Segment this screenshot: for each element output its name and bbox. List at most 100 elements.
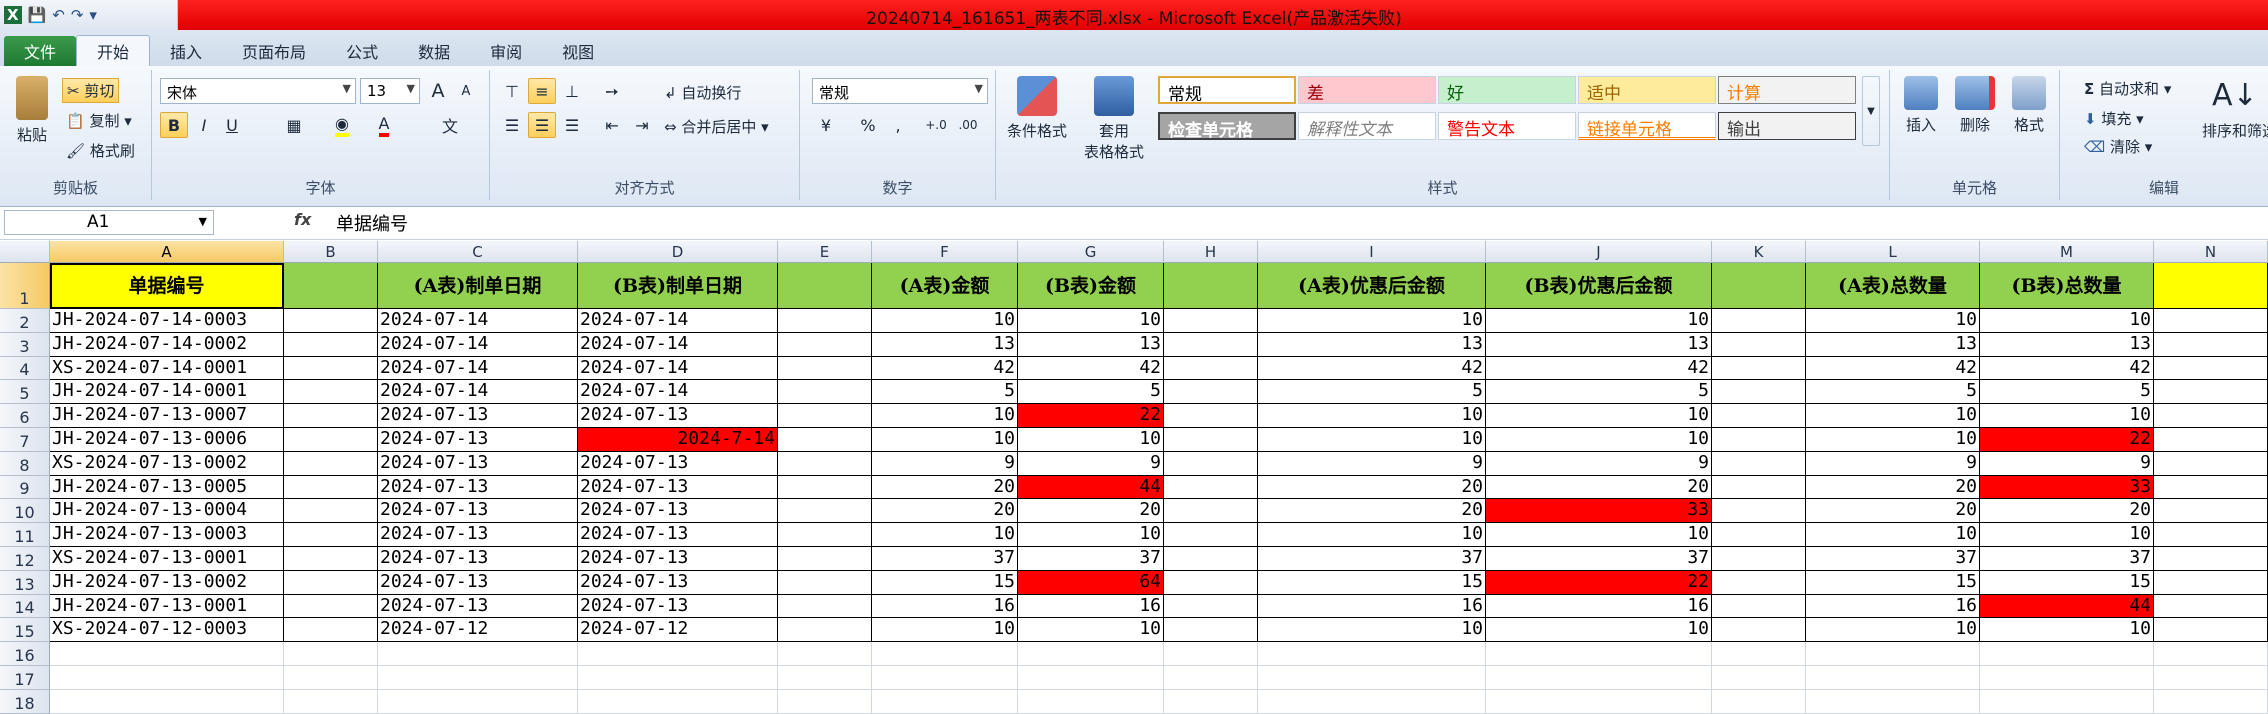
cell-A10[interactable]: JH-2024-07-13-0004	[50, 499, 284, 524]
cell-J10[interactable]: 33	[1486, 499, 1712, 524]
cell-B11[interactable]	[284, 523, 378, 547]
column-header-F[interactable]: F	[872, 241, 1018, 263]
column-header-D[interactable]: D	[578, 241, 778, 263]
cell-A18[interactable]	[50, 689, 284, 714]
cell-A14[interactable]: JH-2024-07-13-0001	[50, 594, 284, 619]
insert-cells-button[interactable]: 插入	[1896, 76, 1946, 135]
cell-C2[interactable]: 2024-07-14	[378, 309, 578, 333]
row-header-14[interactable]: 14	[0, 594, 50, 619]
cell-K14[interactable]	[1712, 594, 1806, 619]
cell-I9[interactable]: 20	[1258, 475, 1486, 500]
cell-I17[interactable]	[1258, 666, 1486, 690]
cell-H18[interactable]	[1164, 689, 1258, 714]
cell-N13[interactable]	[2154, 570, 2268, 595]
cell-M2[interactable]: 10	[1980, 309, 2154, 333]
cell-D17[interactable]	[578, 666, 778, 690]
cell-I11[interactable]: 10	[1258, 523, 1486, 547]
cell-style-3[interactable]: 适中	[1578, 76, 1716, 104]
cell-H1[interactable]	[1164, 263, 1258, 309]
fill-button[interactable]: ⬇ 填充 ▾	[2084, 108, 2144, 129]
column-header-A[interactable]: A	[50, 241, 284, 263]
cell-F1[interactable]: (A表)金额	[872, 263, 1018, 309]
tab-data[interactable]: 数据	[398, 36, 470, 66]
cell-F17[interactable]	[872, 666, 1018, 690]
cell-J7[interactable]: 10	[1486, 428, 1712, 452]
cell-J5[interactable]: 5	[1486, 380, 1712, 405]
cell-E14[interactable]	[778, 594, 872, 619]
cell-M17[interactable]	[1980, 666, 2154, 690]
cell-I8[interactable]: 9	[1258, 451, 1486, 476]
cell-D18[interactable]	[578, 689, 778, 714]
cell-F16[interactable]	[872, 642, 1018, 666]
cell-K4[interactable]	[1712, 356, 1806, 381]
cell-E7[interactable]	[778, 428, 872, 452]
cell-A17[interactable]	[50, 666, 284, 690]
cell-K10[interactable]	[1712, 499, 1806, 524]
column-header-N[interactable]: N	[2154, 241, 2268, 263]
cell-A8[interactable]: XS-2024-07-13-0002	[50, 451, 284, 476]
cell-M7[interactable]: 22	[1980, 428, 2154, 452]
cell-D11[interactable]: 2024-07-13	[578, 523, 778, 547]
cell-I18[interactable]	[1258, 689, 1486, 714]
cell-B3[interactable]	[284, 332, 378, 357]
cell-N1[interactable]	[2154, 263, 2268, 309]
cell-I1[interactable]: (A表)优惠后金额	[1258, 263, 1486, 309]
cell-D16[interactable]	[578, 642, 778, 666]
percent-button[interactable]: %	[854, 112, 882, 138]
row-header-2[interactable]: 2	[0, 309, 50, 333]
cell-style-2[interactable]: 好	[1438, 76, 1576, 104]
cell-K2[interactable]	[1712, 309, 1806, 333]
row-header-3[interactable]: 3	[0, 332, 50, 357]
cell-I2[interactable]: 10	[1258, 309, 1486, 333]
cell-H11[interactable]	[1164, 523, 1258, 547]
undo-icon[interactable]: ↶	[52, 6, 65, 24]
cell-L9[interactable]: 20	[1806, 475, 1980, 500]
cell-J12[interactable]: 37	[1486, 547, 1712, 571]
align-middle-button[interactable]: ≡	[528, 78, 556, 104]
cell-G7[interactable]: 10	[1018, 428, 1164, 452]
cell-F6[interactable]: 10	[872, 404, 1018, 428]
cell-F11[interactable]: 10	[872, 523, 1018, 547]
cell-C5[interactable]: 2024-07-14	[378, 380, 578, 405]
cell-G5[interactable]: 5	[1018, 380, 1164, 405]
column-header-G[interactable]: G	[1018, 241, 1164, 263]
cell-I10[interactable]: 20	[1258, 499, 1486, 524]
sort-filter-button[interactable]: A↓ 排序和筛选	[2202, 76, 2268, 141]
wrap-text-button[interactable]: ↲ 自动换行	[664, 82, 741, 103]
cell-G6[interactable]: 22	[1018, 404, 1164, 428]
cell-M8[interactable]: 9	[1980, 451, 2154, 476]
cell-N7[interactable]	[2154, 428, 2268, 452]
gallery-scroll[interactable]: ▼	[1862, 76, 1880, 146]
cell-N11[interactable]	[2154, 523, 2268, 547]
tab-insert[interactable]: 插入	[150, 36, 222, 66]
column-header-L[interactable]: L	[1806, 241, 1980, 263]
cell-G12[interactable]: 37	[1018, 547, 1164, 571]
cell-D8[interactable]: 2024-07-13	[578, 451, 778, 476]
cell-D10[interactable]: 2024-07-13	[578, 499, 778, 524]
cell-B16[interactable]	[284, 642, 378, 666]
cell-D9[interactable]: 2024-07-13	[578, 475, 778, 500]
cell-F14[interactable]: 16	[872, 594, 1018, 619]
cell-D13[interactable]: 2024-07-13	[578, 570, 778, 595]
cell-G17[interactable]	[1018, 666, 1164, 690]
cell-M11[interactable]: 10	[1980, 523, 2154, 547]
cell-A2[interactable]: JH-2024-07-14-0003	[50, 309, 284, 333]
cell-N3[interactable]	[2154, 332, 2268, 357]
cell-H6[interactable]	[1164, 404, 1258, 428]
cell-B7[interactable]	[284, 428, 378, 452]
cell-E2[interactable]	[778, 309, 872, 333]
cell-J1[interactable]: (B表)优惠后金额	[1486, 263, 1712, 309]
cell-E5[interactable]	[778, 380, 872, 405]
cell-N8[interactable]	[2154, 451, 2268, 476]
cell-M15[interactable]: 10	[1980, 618, 2154, 643]
cell-H7[interactable]	[1164, 428, 1258, 452]
cell-L4[interactable]: 42	[1806, 356, 1980, 381]
excel-icon[interactable]: X	[4, 6, 22, 24]
cell-H12[interactable]	[1164, 547, 1258, 571]
cell-N9[interactable]	[2154, 475, 2268, 500]
cell-A4[interactable]: XS-2024-07-14-0001	[50, 356, 284, 381]
cell-style-9[interactable]: 输出	[1718, 112, 1856, 140]
cell-L12[interactable]: 37	[1806, 547, 1980, 571]
cell-J11[interactable]: 10	[1486, 523, 1712, 547]
column-header-I[interactable]: I	[1258, 241, 1486, 263]
